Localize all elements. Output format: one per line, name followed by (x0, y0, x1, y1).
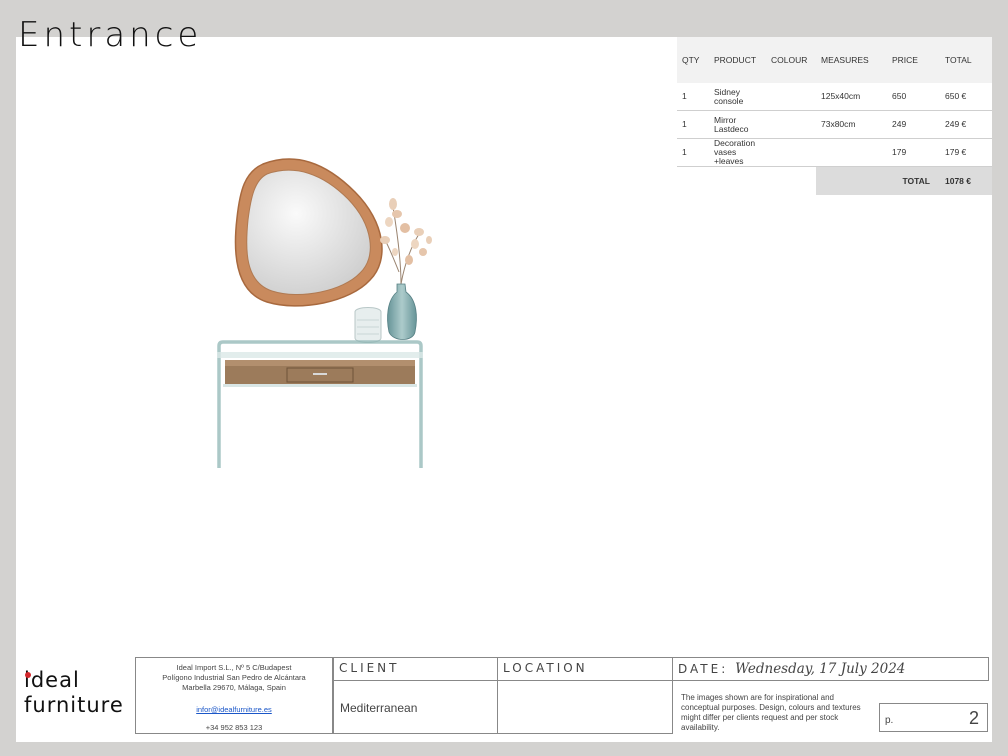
total-label: TOTAL (816, 166, 940, 195)
cell-measures: 73x80cm (816, 110, 887, 139)
company-info-box: Ideal Import S.L., Nº 5 C/Budapest Políg… (135, 657, 333, 734)
total-value: 1078 € (940, 166, 992, 195)
table-row: 1 Mirror Lastdeco 73x80cm 249 249 € (677, 110, 992, 139)
page-label: p. (885, 715, 894, 726)
header-qty: QTY (677, 37, 709, 83)
cell-total: 650 € (940, 83, 992, 111)
cell-qty: 1 (677, 83, 709, 111)
header-price: PRICE (887, 37, 940, 83)
cell-measures: 125x40cm (816, 83, 887, 111)
logo-dot-icon (25, 672, 31, 678)
product-line2: vases +leaves (714, 147, 744, 166)
company-phone: +34 952 853 123 (205, 723, 263, 732)
table-row: 1 Decoration vases +leaves 179 179 € (677, 138, 992, 167)
disclaimer-text: The images shown are for inspirational a… (681, 693, 861, 732)
company-email-link[interactable]: infor@idealfurniture.es (136, 705, 332, 715)
date-value: Wednesday, 17 July 2024 (735, 661, 906, 677)
product-line2: console (714, 95, 744, 106)
table-header-row: QTY PRODUCT COLOUR MEASURES PRICE TOTAL (677, 37, 992, 83)
cell-product: Mirror Lastdeco (709, 110, 766, 139)
cell-total: 249 € (940, 110, 992, 139)
logo-line2: furniture (24, 693, 124, 717)
decorative-leaves (380, 198, 432, 285)
page-title: Entrance (18, 15, 203, 55)
cell-qty: 1 (677, 110, 709, 139)
entrance-furniture-illustration (217, 158, 432, 468)
product-line2: Lastdeco (714, 123, 749, 134)
company-address-line2: Polígono Industrial San Pedro de Alcánta… (162, 673, 306, 682)
product-table: QTY PRODUCT COLOUR MEASURES PRICE TOTAL … (677, 37, 992, 195)
header-measures: MEASURES (816, 37, 887, 83)
table-row: 1 Sidney console 125x40cm 650 650 € (677, 83, 992, 111)
date-label: DATE: (678, 662, 729, 676)
cell-price: 179 (887, 138, 940, 167)
glass-console (217, 340, 423, 468)
client-label: CLIENT (333, 657, 498, 681)
logo-line1: ideal (24, 668, 80, 692)
header-product: PRODUCT (709, 37, 766, 83)
cell-colour (766, 138, 816, 167)
header-colour: COLOUR (766, 37, 816, 83)
cell-price: 249 (887, 110, 940, 139)
cell-qty: 1 (677, 138, 709, 167)
page-number-box: p. 2 (879, 703, 988, 732)
cell-product: Decoration vases +leaves (709, 138, 766, 167)
header-total: TOTAL (940, 37, 992, 83)
location-value (497, 680, 673, 734)
glass-vases (354, 283, 417, 343)
page-number: 2 (968, 708, 979, 728)
cell-product: Sidney console (709, 83, 766, 111)
table-total-row: TOTAL 1078 € (677, 166, 992, 195)
date-field: DATE: Wednesday, 17 July 2024 (672, 657, 989, 681)
location-label: LOCATION (497, 657, 673, 681)
organic-mirror (234, 158, 383, 307)
cell-total: 179 € (940, 138, 992, 167)
client-value: Mediterranean (333, 680, 498, 734)
cell-colour (766, 83, 816, 111)
cell-price: 650 (887, 83, 940, 111)
company-address-line1: Ideal Import S.L., Nº 5 C/Budapest (176, 663, 292, 672)
cell-measures (816, 138, 887, 167)
cell-colour (766, 110, 816, 139)
company-address-line3: Marbella 29670, Málaga, Spain (182, 683, 286, 692)
company-logo: ideal furniture (24, 668, 124, 718)
